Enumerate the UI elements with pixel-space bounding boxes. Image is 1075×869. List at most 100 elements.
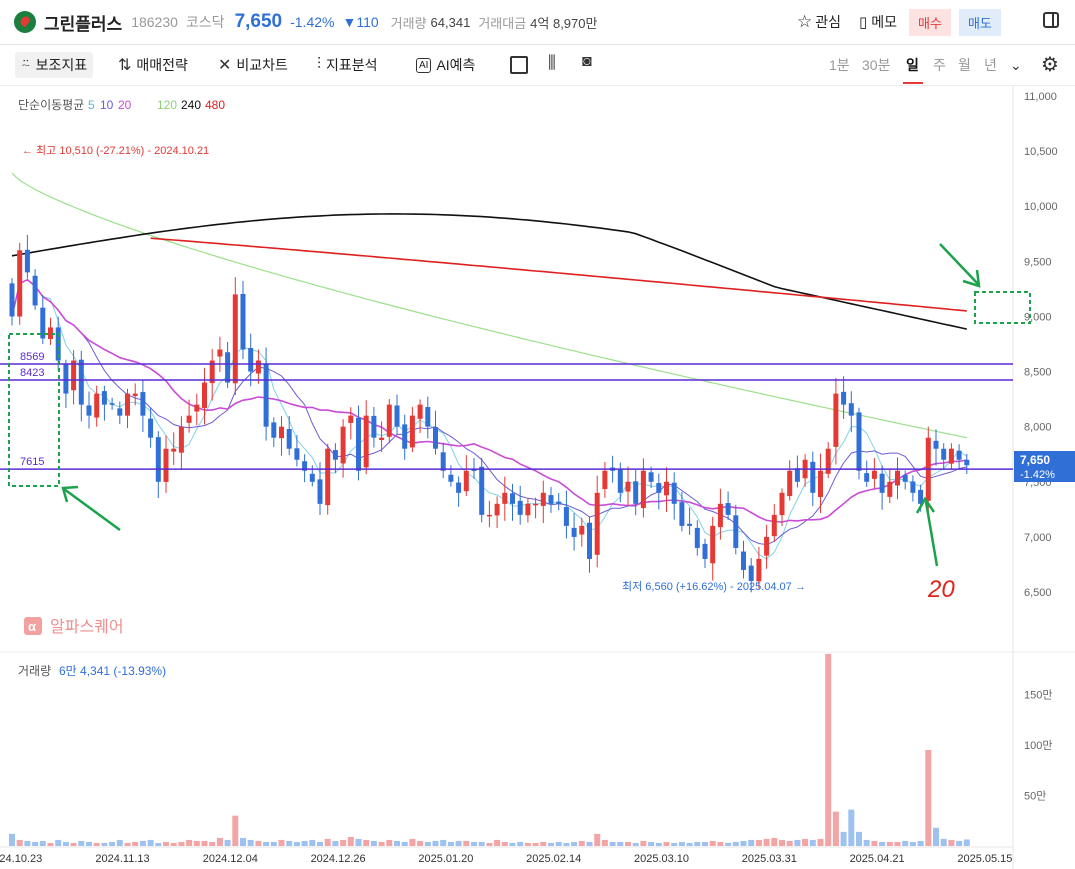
volume-bar (39, 840, 46, 846)
volume-bar (886, 841, 893, 846)
volume-bar (925, 749, 932, 846)
volume-bar (578, 840, 585, 846)
volume-bar (293, 841, 300, 846)
volume-bar (463, 840, 470, 846)
candle-body (379, 437, 385, 441)
volume-bar (717, 841, 724, 846)
ma-legend-480: 480 (205, 98, 225, 112)
volume-bar (524, 842, 531, 846)
volume-bar (240, 837, 246, 846)
candle-body (948, 448, 954, 464)
candle-body (456, 482, 462, 493)
volume-bar (702, 841, 708, 846)
candle-body (910, 481, 916, 493)
volume-bar (378, 841, 385, 846)
y-tick-label: 10,500 (1024, 146, 1058, 158)
volume-bar (786, 840, 793, 846)
candle-body (895, 470, 900, 486)
volume-bar (101, 842, 108, 846)
ma20-line (11, 278, 967, 523)
volume-tick-label: 50만 (1024, 789, 1046, 802)
candle-body (440, 452, 446, 471)
high-annotation: ← 최고 10,510 (-27.21%) - 2024.10.21 (22, 144, 209, 157)
volume-bar (817, 838, 824, 846)
candle-body (717, 503, 723, 528)
candle-body (109, 403, 115, 405)
volume-bar (617, 841, 624, 846)
candle-body (848, 403, 854, 416)
volume-bar (709, 840, 716, 846)
volume-pane-label: 거래량 (18, 664, 51, 678)
volume-bar (62, 841, 69, 846)
candle-body (771, 514, 777, 537)
volume-bar (625, 841, 631, 846)
candle-body (317, 479, 323, 504)
volume-bar (232, 815, 239, 846)
volume-bar (771, 837, 778, 846)
volume-bar (309, 839, 316, 846)
candle-body (579, 525, 585, 535)
volume-bar (948, 839, 955, 846)
x-tick-label: 2025.05.15 (957, 853, 1012, 865)
volume-bar (940, 838, 947, 846)
volume-bar (917, 840, 924, 846)
ma240-line (11, 213, 967, 330)
candle-body (125, 393, 130, 416)
candle-body (309, 473, 315, 482)
volume-bar (409, 838, 416, 846)
candle-body (941, 448, 947, 460)
ma-legend-title: 단순이동평균 (18, 98, 84, 112)
volume-bar (424, 841, 431, 846)
volume-bar (532, 842, 539, 846)
volume-bar (494, 839, 501, 846)
volume-bar (116, 839, 123, 846)
volume-bar (640, 840, 647, 846)
candle-body (956, 450, 962, 460)
volume-bar (455, 840, 462, 846)
volume-bar (755, 839, 762, 846)
candle-body (448, 474, 454, 482)
hline-label: 8423 (20, 367, 44, 379)
candle-body (417, 404, 423, 419)
candle-body (117, 408, 123, 416)
y-tick-label: 8,500 (1024, 367, 1052, 379)
volume-bar (809, 839, 816, 846)
ma-legend-120: 120 (157, 98, 177, 112)
volume-bar (779, 839, 785, 846)
volume-bar (501, 841, 508, 846)
x-tick-label: 2024.12.26 (311, 853, 366, 865)
candle-body (825, 448, 831, 474)
volume-bar (401, 841, 408, 846)
candle-body (9, 283, 15, 317)
annotation-arrow-right (939, 243, 981, 288)
price-chart[interactable]: 11,000 10,500 10,000 9,500 9,000 8,500 8,000 7,… (0, 0, 1075, 869)
candle-body (625, 481, 631, 492)
candle-body (63, 364, 69, 394)
volume-bar (278, 839, 285, 846)
candle-body (756, 558, 762, 582)
volume-bar (694, 841, 701, 846)
y-tick-label: 11,000 (1024, 91, 1057, 103)
volume-bar (394, 840, 400, 846)
y-tick-label: 9,500 (1024, 256, 1052, 268)
candle-body (101, 391, 107, 405)
candle-body (225, 352, 231, 383)
volume-bar (840, 831, 847, 846)
candle-body (340, 426, 346, 464)
volume-bar (170, 842, 177, 846)
candle-body (363, 415, 369, 468)
x-tick-label: 2024.10.23 (0, 853, 42, 865)
watermark-text: 알파스퀘어 (50, 618, 124, 636)
volume-bar (440, 839, 447, 846)
candle-body (178, 426, 184, 453)
candle-body (633, 481, 639, 504)
volume-bar (740, 840, 747, 846)
x-tick-label: 2025.02.14 (526, 853, 581, 865)
volume-bar (70, 842, 77, 846)
ma-legend-20: 20 (118, 98, 132, 112)
volume-bar (340, 839, 347, 846)
volume-bar (332, 840, 339, 846)
volume-bar (655, 842, 662, 846)
volume-bar (270, 841, 277, 846)
y-tick-label: 8,000 (1024, 422, 1052, 434)
